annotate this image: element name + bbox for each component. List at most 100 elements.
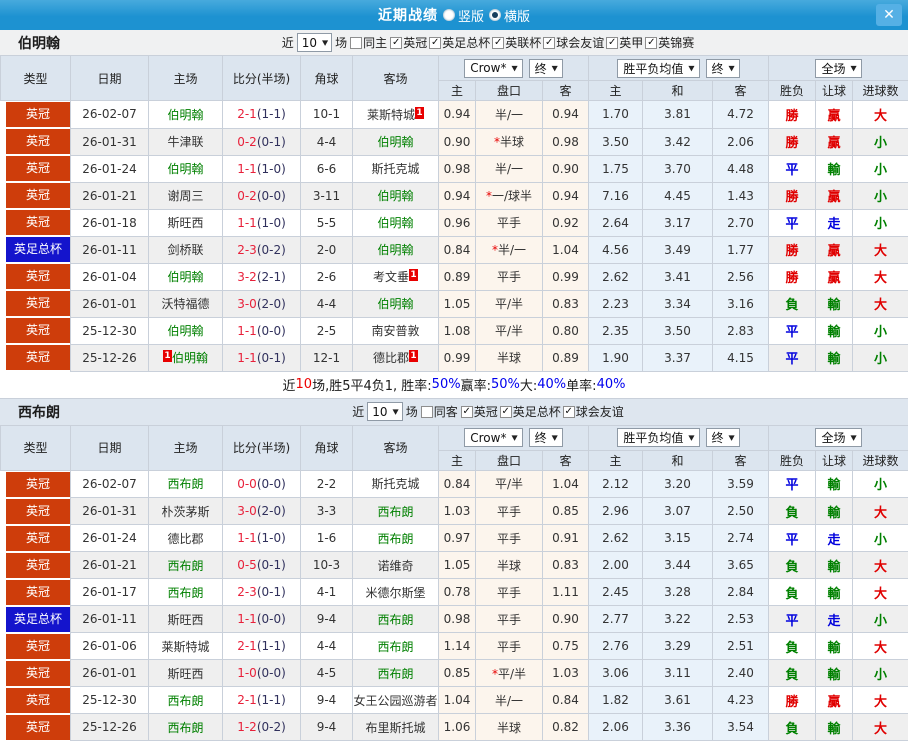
team-name-text: 斯托克城 [371, 477, 420, 492]
match-date: 26-01-31 [70, 497, 149, 525]
match-date: 25-12-26 [70, 713, 149, 741]
odds-away: 0.85 [541, 497, 590, 525]
home-team-cell: 伯明翰 [148, 316, 223, 345]
layout-radio-vertical[interactable]: 竖版 [442, 6, 484, 25]
odds-away: 0.75 [541, 632, 590, 660]
team-name-text: 牛津联 [167, 135, 204, 149]
league-filter-checkbox[interactable]: ✓ 英冠 [460, 403, 498, 420]
odds-company-select[interactable]: Crow* ▼ [464, 428, 523, 447]
halftime-score: (0-1) [256, 585, 286, 599]
chevron-down-icon: ▼ [551, 63, 558, 73]
handicap-result-cell: 走 [815, 605, 854, 633]
odds-away: 0.83 [541, 551, 590, 579]
match-row: 英冠 26-01-01 斯旺西 1-0(0-0) 4-5 西布朗 0.85 *平… [0, 659, 908, 687]
halftime-score: (1-1) [256, 693, 286, 707]
odds-away: 1.03 [541, 659, 590, 687]
fulltime-score: 2-3 [237, 585, 257, 599]
team-name-text: 考文垂 [372, 270, 409, 284]
match-count-select[interactable]: 10 ▼ [296, 33, 333, 52]
odds-period-value: 终 [534, 61, 547, 76]
handicap-cell: 半/一 [475, 686, 543, 714]
home-team-cell: 朴茨茅斯 [148, 497, 223, 525]
league-filter-checkbox[interactable]: ✓ 英联杯 [492, 34, 541, 51]
avg-period-select[interactable]: 终 ▼ [705, 58, 740, 78]
match-count-select[interactable]: 10 ▼ [367, 402, 403, 421]
match-score: 3-0(2-0) [222, 289, 301, 318]
fulltime-select[interactable]: 全场 ▼ [815, 428, 862, 447]
league-filter-label: 球会友谊 [556, 36, 605, 50]
goals-result-cell: 大 [852, 686, 908, 714]
handicap-cell: *半球 [475, 127, 543, 156]
chevron-down-icon: ▼ [551, 433, 558, 442]
league-filter-checkbox[interactable]: ✓ 英足总杯 [499, 403, 561, 420]
odds-home: 1.14 [438, 632, 476, 660]
league-badge: 英冠 [6, 183, 70, 208]
match-score: 1-1(1-0) [222, 524, 301, 552]
home-team-cell: 伯明翰 [148, 100, 223, 129]
checkbox-icon: ✓ [645, 36, 658, 49]
avg-period-select[interactable]: 终 ▼ [705, 428, 740, 447]
league-filter-label: 英冠 [473, 405, 498, 419]
fulltime-score: 1-1 [237, 215, 257, 230]
summary-text-segment: 10 [295, 377, 313, 392]
fulltime-score: 0-0 [237, 476, 257, 491]
close-button[interactable]: ✕ [876, 4, 902, 26]
halftime-score: (0-1) [256, 350, 286, 365]
team-name-text: 谢周三 [167, 189, 204, 203]
league-filter-checkbox[interactable]: ✓ 英冠 [390, 34, 427, 51]
match-count-value: 10 [301, 35, 317, 50]
league-filter-checkbox[interactable]: ✓ 英锦赛 [645, 34, 694, 51]
goals-result-cell: 小 [852, 316, 908, 345]
odds-company-select[interactable]: Crow* ▼ [464, 58, 523, 78]
handicap-result-cell: 贏 [815, 181, 854, 210]
home-team-cell: 西布朗 [148, 551, 223, 579]
match-date: 25-12-30 [70, 316, 149, 345]
checkbox-icon: ✓ [460, 405, 473, 418]
league-type-cell: 英冠 [0, 551, 71, 579]
away-team-cell: 西布朗 [352, 605, 439, 633]
match-date: 26-01-21 [70, 551, 149, 579]
league-filter-checkbox[interactable]: ✓ 球会友谊 [543, 34, 604, 51]
filter-row: 伯明翰 近 10 ▼ 场 同主 ✓ 英冠 ✓ 英足总杯 ✓ 英联杯 ✓ 球会友谊 ✓ 英甲 ✓ 英锦赛 [0, 30, 908, 55]
league-badge: 英冠 [6, 471, 70, 497]
radio-label-vertical: 竖版 [457, 9, 484, 25]
avg-win: 3.06 [588, 659, 644, 687]
away-team-cell: 伯明翰 [352, 181, 439, 210]
home-team-cell: 莱斯特城 [148, 632, 223, 660]
odds-home: 0.98 [438, 154, 476, 183]
halftime-score: (0-1) [256, 558, 286, 572]
subcol-avg-win: 主 [588, 449, 644, 471]
avg-win: 2.77 [588, 605, 644, 633]
layout-radio-horizontal[interactable]: 横版 [489, 6, 530, 25]
team-name-text: 伯明翰 [167, 107, 204, 122]
match-table: 类型 日期 主场 比分(半场) 角球 客场 Crow* ▼ 终 ▼ 胜平负均值 … [0, 55, 908, 372]
team-name-text: 南安普敦 [371, 324, 420, 338]
team-name-text: 伯明翰 [377, 297, 414, 311]
match-date: 26-01-01 [70, 659, 149, 687]
handicap-cell: *平/半 [475, 659, 543, 687]
fulltime-select[interactable]: 全场 ▼ [815, 58, 862, 78]
result-cell: 負 [768, 497, 817, 525]
same-venue-checkbox[interactable]: 同客 [420, 403, 458, 420]
handicap-result-cell: 輸 [815, 713, 854, 741]
league-filter-checkbox[interactable]: ✓ 英甲 [606, 34, 643, 51]
summary-text-segment: 近 [282, 379, 296, 394]
league-filter-checkbox[interactable]: ✓ 英足总杯 [429, 34, 490, 51]
same-venue-checkbox[interactable]: 同主 [350, 34, 387, 51]
avg-win: 2.62 [588, 262, 644, 291]
match-row: 英冠 25-12-26 西布朗 1-2(0-2) 9-4 布里斯托城 1.06 … [0, 713, 908, 741]
odds-period-select[interactable]: 终 ▼ [528, 428, 563, 447]
league-filter-label: 英足总杯 [442, 36, 491, 50]
match-score: 1-1(0-1) [222, 343, 301, 372]
avg-type-select[interactable]: 胜平负均值 ▼ [617, 58, 700, 78]
odds-period-select[interactable]: 终 ▼ [528, 58, 563, 78]
avg-draw: 3.07 [642, 497, 714, 525]
match-date: 26-02-07 [70, 469, 149, 498]
column-header-date: 日期 [70, 55, 149, 101]
handicap-cell: 平/半 [475, 289, 543, 318]
avg-type-select[interactable]: 胜平负均值 ▼ [617, 428, 700, 447]
league-filter-checkbox[interactable]: ✓ 球会友谊 [562, 403, 624, 420]
team-name-text: 剑桥联 [167, 243, 204, 257]
league-badge: 英冠 [6, 633, 70, 659]
odds-home: 0.97 [438, 524, 476, 552]
